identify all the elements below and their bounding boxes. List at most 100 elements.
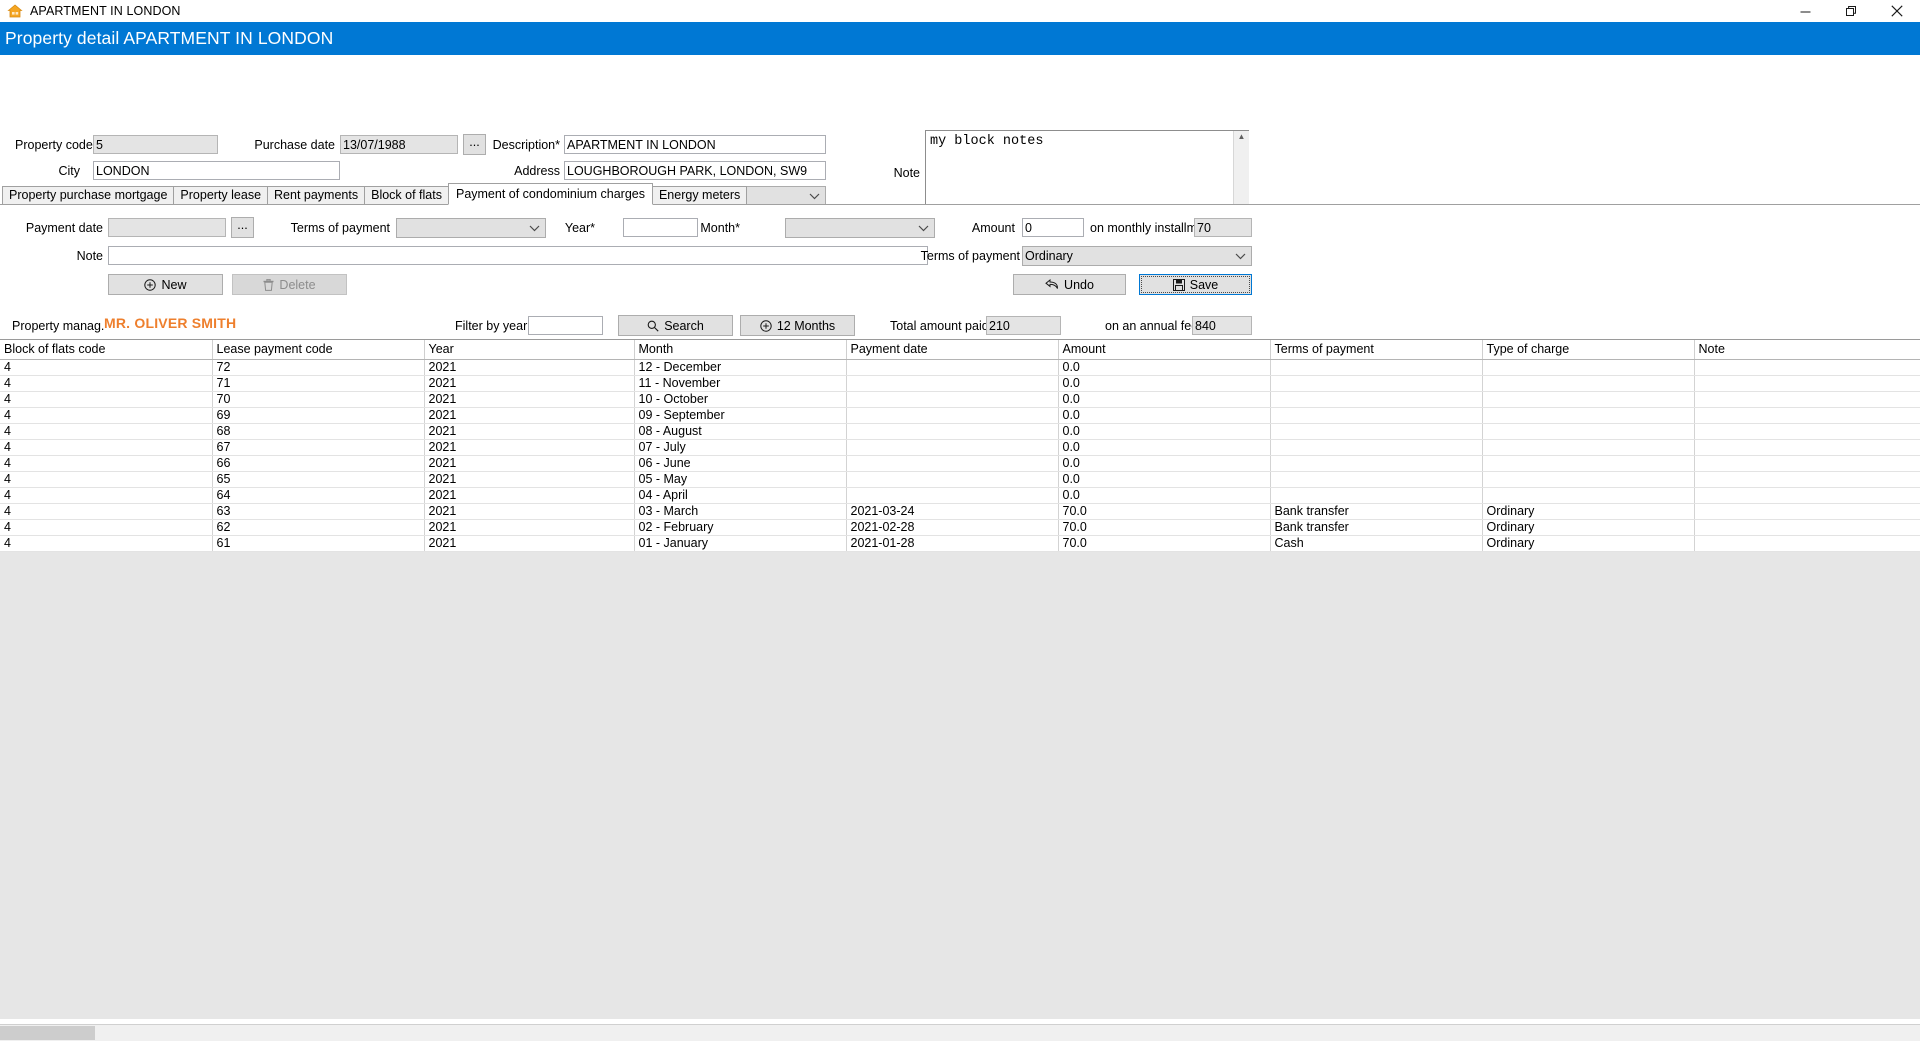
table-row[interactable]: 467202107 - July0.0 xyxy=(0,439,1920,455)
table-cell[interactable] xyxy=(1270,487,1482,503)
tab-block-of-flats[interactable]: Block of flats xyxy=(364,186,449,205)
table-cell[interactable]: 0.0 xyxy=(1058,471,1270,487)
table-cell[interactable] xyxy=(1694,407,1920,423)
city-input[interactable] xyxy=(93,161,340,180)
table-cell[interactable]: Bank transfer xyxy=(1270,503,1482,519)
table-cell[interactable]: 4 xyxy=(0,407,212,423)
table-row[interactable]: 472202112 - December0.0 xyxy=(0,359,1920,375)
table-cell[interactable]: 4 xyxy=(0,455,212,471)
table-cell[interactable]: Ordinary xyxy=(1482,535,1694,551)
table-cell[interactable]: 0.0 xyxy=(1058,359,1270,375)
scroll-up-icon[interactable]: ▲ xyxy=(1238,131,1246,143)
terms-of-payment-select[interactable] xyxy=(396,218,546,238)
total-amount-paid-input[interactable] xyxy=(986,316,1061,335)
scrollbar-thumb[interactable] xyxy=(0,1026,95,1040)
table-row[interactable]: 462202102 - February2021-02-2870.0Bank t… xyxy=(0,519,1920,535)
payment-save-button[interactable]: Save xyxy=(1139,274,1252,295)
table-cell[interactable]: 70.0 xyxy=(1058,535,1270,551)
table-cell[interactable]: 4 xyxy=(0,375,212,391)
table-cell[interactable]: 2021 xyxy=(424,535,634,551)
table-cell[interactable]: 2021 xyxy=(424,423,634,439)
payment-date-picker-button[interactable]: ... xyxy=(231,217,254,238)
table-column-header[interactable]: Note xyxy=(1694,340,1920,359)
tab-property-lease[interactable]: Property lease xyxy=(173,186,268,205)
table-cell[interactable] xyxy=(846,439,1058,455)
filter-by-year-input[interactable] xyxy=(528,316,603,335)
table-column-header[interactable]: Payment date xyxy=(846,340,1058,359)
table-cell[interactable]: Bank transfer xyxy=(1270,519,1482,535)
table-cell[interactable]: 2021 xyxy=(424,519,634,535)
table-cell[interactable]: 67 xyxy=(212,439,424,455)
table-cell[interactable]: 07 - July xyxy=(634,439,846,455)
table-cell[interactable]: 0.0 xyxy=(1058,487,1270,503)
payment-date-input[interactable] xyxy=(108,218,226,237)
annual-fee-input[interactable] xyxy=(1192,316,1252,335)
table-cell[interactable]: 2021 xyxy=(424,503,634,519)
table-cell[interactable] xyxy=(846,391,1058,407)
twelve-months-button[interactable]: 12 Months xyxy=(740,315,855,336)
minimize-icon[interactable] xyxy=(1782,0,1828,22)
table-cell[interactable] xyxy=(846,359,1058,375)
table-cell[interactable] xyxy=(1270,391,1482,407)
table-row[interactable]: 463202103 - March2021-03-2470.0Bank tran… xyxy=(0,503,1920,519)
table-cell[interactable] xyxy=(1694,359,1920,375)
table-cell[interactable]: 71 xyxy=(212,375,424,391)
table-cell[interactable]: Ordinary xyxy=(1482,503,1694,519)
table-cell[interactable]: 2021 xyxy=(424,487,634,503)
payment-note-input[interactable] xyxy=(108,246,928,265)
table-cell[interactable]: 72 xyxy=(212,359,424,375)
table-cell[interactable]: 70 xyxy=(212,391,424,407)
property-code-input[interactable] xyxy=(93,135,218,154)
close-icon[interactable] xyxy=(1874,0,1920,22)
table-cell[interactable]: Cash xyxy=(1270,535,1482,551)
table-cell[interactable]: 4 xyxy=(0,471,212,487)
table-column-header[interactable]: Amount xyxy=(1058,340,1270,359)
table-row[interactable]: 465202105 - May0.0 xyxy=(0,471,1920,487)
table-cell[interactable]: 4 xyxy=(0,391,212,407)
table-cell[interactable]: 68 xyxy=(212,423,424,439)
table-cell[interactable]: 62 xyxy=(212,519,424,535)
table-cell[interactable]: 12 - December xyxy=(634,359,846,375)
table-cell[interactable] xyxy=(846,487,1058,503)
table-cell[interactable] xyxy=(1694,503,1920,519)
table-column-header[interactable]: Type of charge xyxy=(1482,340,1694,359)
table-cell[interactable]: 2021-03-24 xyxy=(846,503,1058,519)
table-cell[interactable]: 02 - February xyxy=(634,519,846,535)
table-cell[interactable]: 4 xyxy=(0,439,212,455)
table-cell[interactable]: 08 - August xyxy=(634,423,846,439)
table-cell[interactable] xyxy=(1694,471,1920,487)
table-cell[interactable] xyxy=(1482,471,1694,487)
table-cell[interactable] xyxy=(1694,423,1920,439)
table-cell[interactable] xyxy=(1270,359,1482,375)
table-cell[interactable] xyxy=(1694,519,1920,535)
table-cell[interactable]: 09 - September xyxy=(634,407,846,423)
table-cell[interactable] xyxy=(1482,439,1694,455)
table-row[interactable]: 470202110 - October0.0 xyxy=(0,391,1920,407)
tab-energy-meters[interactable]: Energy meters xyxy=(652,186,747,205)
table-cell[interactable] xyxy=(1270,407,1482,423)
table-column-header[interactable]: Year xyxy=(424,340,634,359)
table-cell[interactable] xyxy=(846,423,1058,439)
table-cell[interactable] xyxy=(1270,439,1482,455)
table-cell[interactable] xyxy=(846,407,1058,423)
table-cell[interactable]: 01 - January xyxy=(634,535,846,551)
table-cell[interactable]: 2021 xyxy=(424,375,634,391)
table-cell[interactable] xyxy=(846,375,1058,391)
table-cell[interactable] xyxy=(1482,487,1694,503)
table-cell[interactable]: 4 xyxy=(0,487,212,503)
table-cell[interactable] xyxy=(1694,391,1920,407)
table-cell[interactable]: 66 xyxy=(212,455,424,471)
table-cell[interactable]: 10 - October xyxy=(634,391,846,407)
table-cell[interactable]: 69 xyxy=(212,407,424,423)
table-row[interactable]: 464202104 - April0.0 xyxy=(0,487,1920,503)
address-input[interactable] xyxy=(564,161,826,180)
tab-property-purchase-mortgage[interactable]: Property purchase mortgage xyxy=(2,186,174,205)
table-cell[interactable]: 61 xyxy=(212,535,424,551)
table-cell[interactable] xyxy=(1482,407,1694,423)
table-cell[interactable]: 4 xyxy=(0,519,212,535)
table-cell[interactable] xyxy=(1694,487,1920,503)
table-cell[interactable]: 0.0 xyxy=(1058,391,1270,407)
table-cell[interactable]: 0.0 xyxy=(1058,407,1270,423)
table-column-header[interactable]: Block of flats code xyxy=(0,340,212,359)
table-column-header[interactable]: Month xyxy=(634,340,846,359)
